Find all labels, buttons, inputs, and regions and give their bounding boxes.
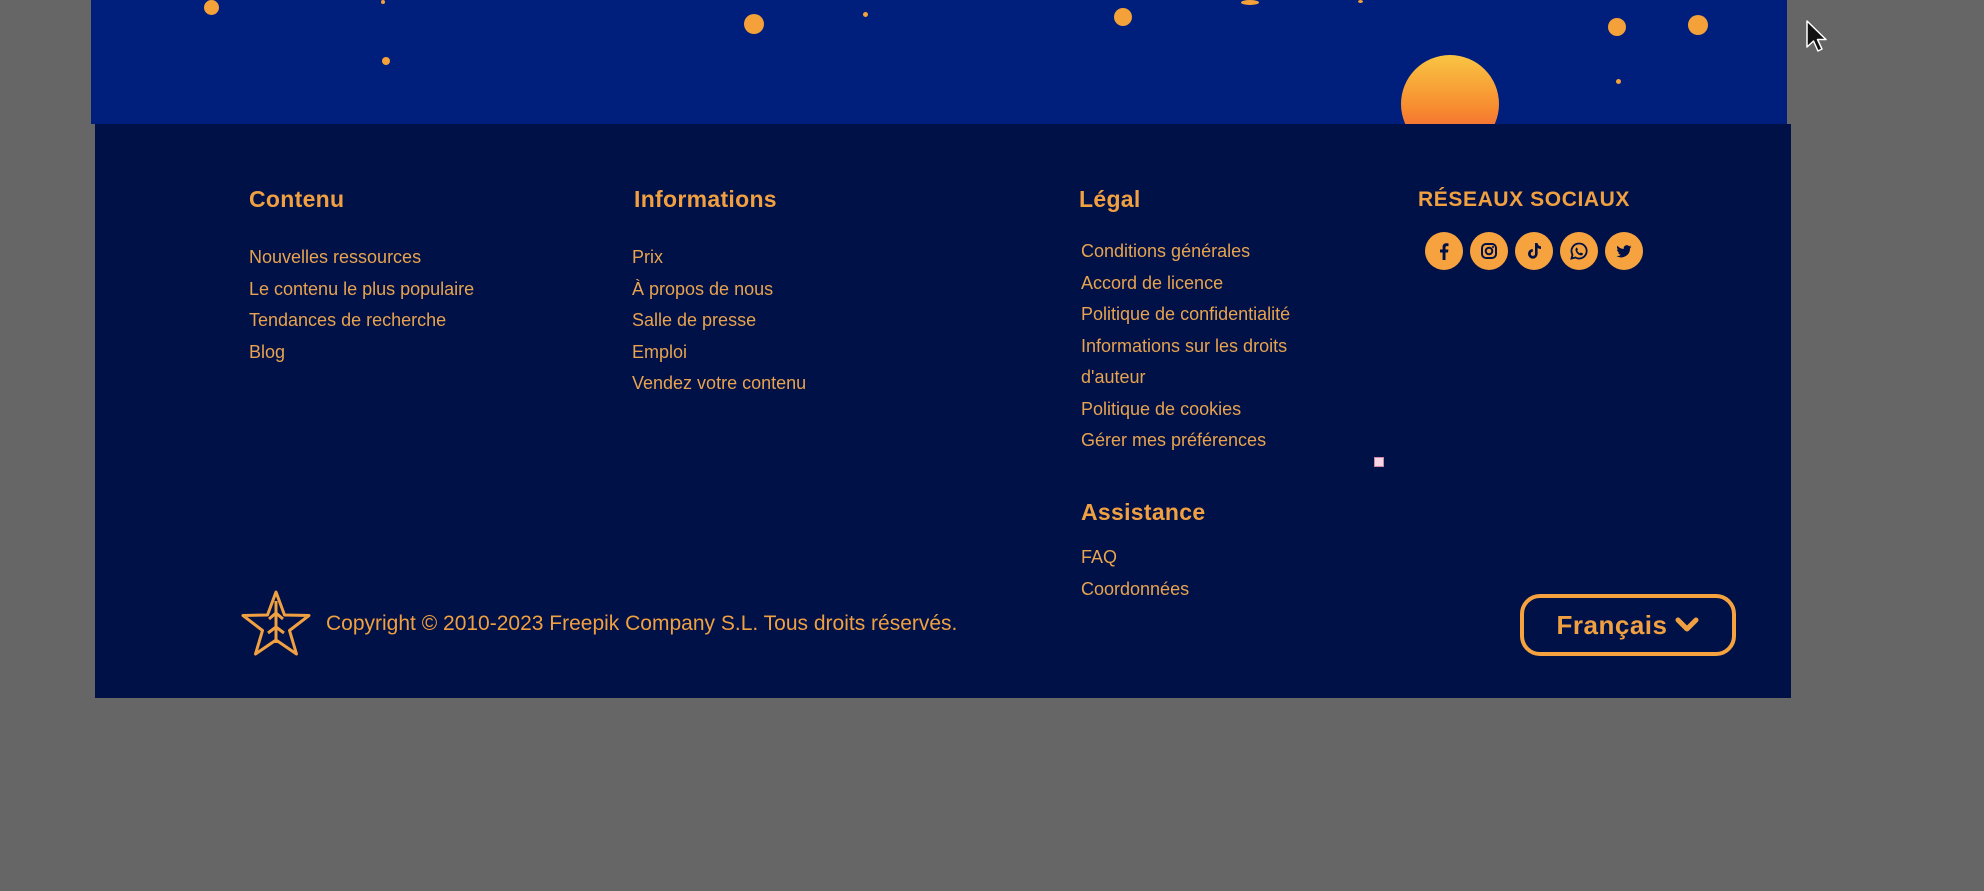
footer-link-privacy[interactable]: Politique de confidentialité <box>1081 299 1290 331</box>
star-dot <box>863 12 868 17</box>
footer-link-license[interactable]: Accord de licence <box>1081 268 1290 300</box>
assistance-links: FAQ Coordonnées <box>1081 542 1189 605</box>
star-dot <box>381 0 385 4</box>
star-dot <box>382 57 390 65</box>
footer-link-jobs[interactable]: Emploi <box>632 337 806 369</box>
footer-link-copyright-info[interactable]: Informations sur les droits <box>1081 331 1290 363</box>
star-dot <box>204 0 219 15</box>
star-dot <box>1114 8 1132 26</box>
footer-link-blog[interactable]: Blog <box>249 337 474 369</box>
whatsapp-icon[interactable] <box>1560 232 1598 270</box>
assistance-title: Assistance <box>1081 499 1206 525</box>
footer-link-pricing[interactable]: Prix <box>632 242 806 274</box>
informations-links: Prix À propos de nous Salle de presse Em… <box>632 242 806 400</box>
informations-title: Informations <box>634 186 777 212</box>
legal-links: Conditions générales Accord de licence P… <box>1081 236 1290 457</box>
footer-link-sell-content[interactable]: Vendez votre contenu <box>632 368 806 400</box>
instagram-icon[interactable] <box>1470 232 1508 270</box>
contenu-links: Nouvelles ressources Le contenu le plus … <box>249 242 474 368</box>
footer-link-preferences[interactable]: Gérer mes préférences <box>1081 425 1290 457</box>
copyright-text: Copyright © 2010-2023 Freepik Company S.… <box>326 612 958 635</box>
social-links <box>1425 232 1643 270</box>
footer-link-search-trends[interactable]: Tendances de recherche <box>249 305 474 337</box>
facebook-icon[interactable] <box>1425 232 1463 270</box>
footer-link-terms[interactable]: Conditions générales <box>1081 236 1290 268</box>
legal-title: Légal <box>1079 186 1141 212</box>
footer-link-new-resources[interactable]: Nouvelles ressources <box>249 242 474 274</box>
star-dot <box>1358 0 1363 3</box>
star-logo-icon <box>241 590 311 656</box>
footer-link-cookies[interactable]: Politique de cookies <box>1081 394 1290 426</box>
star-dot <box>1688 15 1708 35</box>
twitter-icon[interactable] <box>1605 232 1643 270</box>
hero-banner <box>91 0 1787 124</box>
language-selector[interactable]: Français <box>1520 594 1736 656</box>
footer-link-contact[interactable]: Coordonnées <box>1081 574 1189 606</box>
language-label: Français <box>1556 609 1668 640</box>
copyright-bar: Copyright © 2010-2023 Freepik Company S.… <box>240 589 957 659</box>
focus-marker <box>1374 457 1384 467</box>
footer-link-press[interactable]: Salle de presse <box>632 305 806 337</box>
site-footer: Contenu Nouvelles ressources Le contenu … <box>95 124 1791 698</box>
footer-link-popular[interactable]: Le contenu le plus populaire <box>249 274 474 306</box>
mouse-cursor-icon <box>1806 20 1827 52</box>
star-dot <box>1608 18 1626 36</box>
chevron-down-icon <box>1675 617 1699 632</box>
footer-link-about[interactable]: À propos de nous <box>632 274 806 306</box>
contenu-title: Contenu <box>249 186 345 212</box>
footer-link-faq[interactable]: FAQ <box>1081 542 1189 574</box>
social-title: RÉSEAUX SOCIAUX <box>1418 188 1631 211</box>
star-dot <box>1241 0 1259 5</box>
star-dot <box>744 14 764 34</box>
footer-link-copyright-info-cont[interactable]: d'auteur <box>1081 362 1290 394</box>
sun-illustration <box>1401 55 1499 124</box>
tiktok-icon[interactable] <box>1515 232 1553 270</box>
star-dot <box>1616 79 1621 84</box>
